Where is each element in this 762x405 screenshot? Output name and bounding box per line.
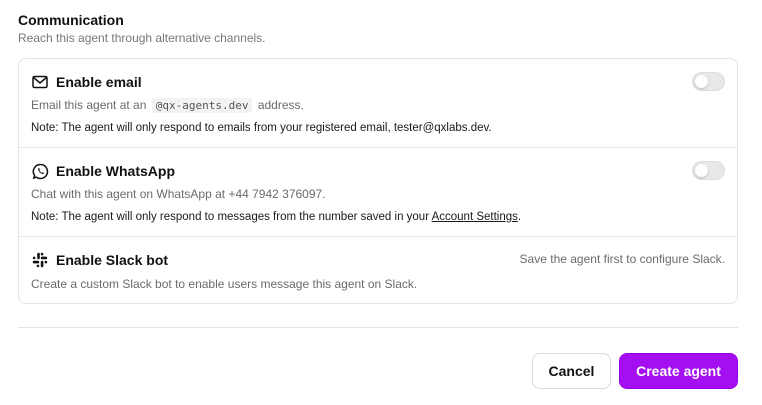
whatsapp-toggle[interactable]	[692, 161, 725, 180]
whatsapp-note: Note: The agent will only respond to mes…	[31, 211, 521, 223]
email-note: Note: The agent will only respond to ema…	[31, 122, 492, 134]
section-title: Communication	[18, 12, 124, 28]
section-subtitle: Reach this agent through alternative cha…	[18, 31, 266, 45]
email-channel-row: Enable email Email this agent at an @qx-…	[19, 59, 737, 148]
whatsapp-toggle-knob	[695, 164, 708, 177]
channels-card: Enable email Email this agent at an @qx-…	[18, 58, 738, 304]
email-toggle-knob	[695, 75, 708, 88]
slack-title: Enable Slack bot	[56, 252, 169, 268]
slack-channel-row: Enable Slack bot Save the agent first to…	[19, 237, 737, 304]
email-desc-suffix: address.	[257, 98, 304, 112]
whatsapp-note-prefix: Note: The agent will only respond to mes…	[31, 211, 430, 223]
email-row-header: Enable email	[31, 73, 142, 91]
whatsapp-note-suffix: .	[517, 211, 522, 223]
account-settings-link[interactable]: Account Settings	[432, 211, 518, 223]
slack-icon	[31, 251, 49, 269]
email-domain: @qx-agents.dev	[151, 98, 253, 113]
slack-config-hint: Save the agent first to configure Slack.	[519, 252, 725, 266]
email-description: Email this agent at an @qx-agents.dev ad…	[31, 98, 304, 113]
whatsapp-icon	[31, 162, 49, 180]
slack-description: Create a custom Slack bot to enable user…	[31, 277, 418, 291]
slack-row-header: Enable Slack bot	[31, 251, 168, 269]
email-desc-prefix: Email this agent at an	[31, 98, 147, 112]
create-agent-button[interactable]: Create agent	[619, 353, 738, 389]
footer-divider	[18, 327, 738, 328]
email-toggle[interactable]	[692, 72, 725, 91]
email-title: Enable email	[56, 74, 142, 90]
whatsapp-row-header: Enable WhatsApp	[31, 162, 175, 180]
whatsapp-channel-row: Enable WhatsApp Chat with this agent on …	[19, 148, 737, 237]
whatsapp-description: Chat with this agent on WhatsApp at +44 …	[31, 187, 326, 201]
cancel-button[interactable]: Cancel	[532, 353, 611, 389]
whatsapp-title: Enable WhatsApp	[56, 163, 176, 179]
mail-icon	[31, 73, 49, 91]
